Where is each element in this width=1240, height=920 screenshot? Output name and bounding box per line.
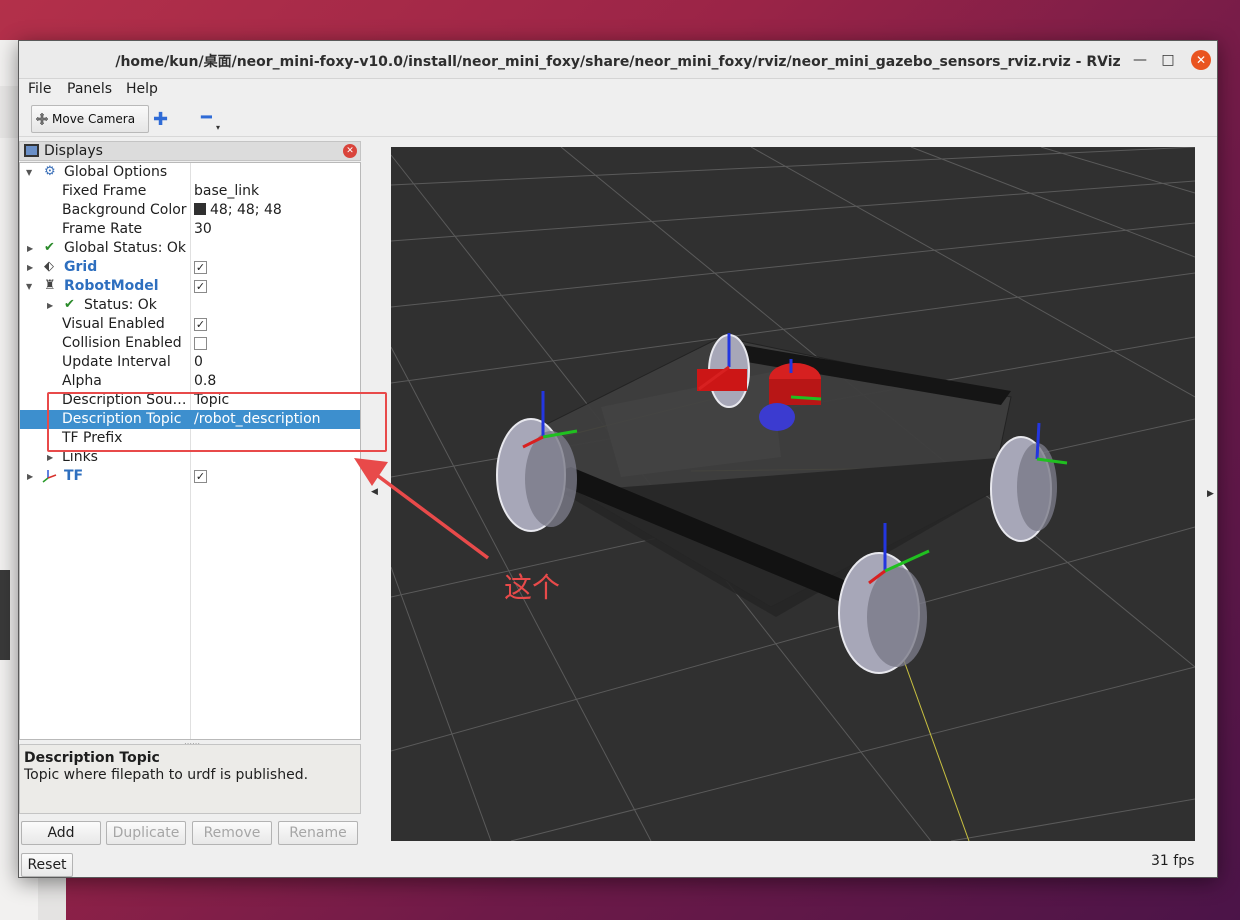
collapse-arrow-icon[interactable]: ▶: [27, 239, 33, 258]
tree-row-tf[interactable]: ▶ TF ✓: [20, 467, 360, 486]
menu-panels[interactable]: Panels: [67, 81, 112, 97]
visual-enabled-checkbox[interactable]: ✓: [194, 318, 207, 331]
annotation-arrow-icon: [354, 458, 490, 560]
displays-panel-header: Displays ✕: [19, 141, 361, 161]
tf-axes-icon: [42, 469, 57, 483]
close-panel-icon[interactable]: ✕: [343, 144, 357, 158]
window-title: /home/kun/桌面/neor_mini-foxy-v10.0/instal…: [115, 54, 1121, 70]
duplicate-button[interactable]: Duplicate: [106, 821, 186, 845]
gear-icon: ⚙: [44, 164, 56, 179]
tree-row-label: Visual Enabled: [62, 316, 165, 332]
reset-button[interactable]: Reset: [21, 853, 73, 877]
maximize-icon[interactable]: □: [1159, 51, 1177, 69]
add-tool-icon[interactable]: ✚: [153, 109, 168, 130]
title-bar[interactable]: /home/kun/桌面/neor_mini-foxy-v10.0/instal…: [19, 41, 1217, 79]
collision-enabled-checkbox[interactable]: [194, 337, 207, 350]
tree-row-global-options[interactable]: ▼ ⚙ Global Options: [20, 163, 360, 182]
help-title: Description Topic: [24, 750, 160, 766]
scene-canvas[interactable]: [390, 146, 1196, 842]
tree-row-value[interactable]: 0: [194, 353, 203, 372]
fps-readout: 31 fps: [1151, 853, 1195, 869]
robotmodel-enable-checkbox[interactable]: ✓: [194, 280, 207, 293]
tree-row-visual-enabled[interactable]: Visual Enabled ✓: [20, 315, 360, 334]
remove-tool-icon[interactable]: ━: [201, 107, 212, 128]
tree-row-value[interactable]: 48; 48; 48: [194, 201, 282, 220]
tree-row-robotmodel[interactable]: ▼ ♜ RobotModel ✓: [20, 277, 360, 296]
collapse-arrow-icon[interactable]: ▶: [27, 467, 33, 486]
menu-file[interactable]: File: [28, 81, 51, 97]
tree-row-background-color[interactable]: Background Color 48; 48; 48: [20, 201, 360, 220]
annotation-label: 这个: [504, 571, 561, 604]
tree-row-grid[interactable]: ▶ ⬖ Grid ✓: [20, 258, 360, 277]
displays-title: Displays: [44, 143, 103, 159]
tree-row-label: Update Interval: [62, 354, 171, 370]
annotation-highlight-box: [47, 392, 387, 452]
color-value: 48; 48; 48: [210, 202, 282, 218]
menu-bar: File Panels Help: [19, 79, 1217, 101]
color-swatch-icon: [194, 203, 206, 215]
move-camera-label: Move Camera: [52, 112, 136, 126]
tree-row-fixed-frame[interactable]: Fixed Frame base_link: [20, 182, 360, 201]
tf-enable-checkbox[interactable]: ✓: [194, 470, 207, 483]
background-window-dark-strip: [0, 570, 10, 660]
tree-row-update-interval[interactable]: Update Interval 0: [20, 353, 360, 372]
grid-icon: ⬖: [44, 259, 54, 274]
tree-row-value[interactable]: 30: [194, 220, 212, 239]
tree-row-global-status[interactable]: ▶ ✔ Global Status: Ok: [20, 239, 360, 258]
tree-row-collision-enabled[interactable]: Collision Enabled: [20, 334, 360, 353]
check-status-icon: ✔: [44, 240, 55, 255]
tree-row-alpha[interactable]: Alpha 0.8: [20, 372, 360, 391]
tree-row-label: Global Options: [64, 164, 168, 180]
help-text: Topic where filepath to urdf is publishe…: [24, 767, 309, 783]
tree-row-label: Grid: [64, 259, 98, 275]
tree-row-label: Frame Rate: [62, 221, 143, 237]
tree-row-label: Collision Enabled: [62, 335, 182, 351]
tree-row-label: Alpha: [62, 373, 102, 389]
tree-row-label: Background Color: [62, 202, 187, 218]
tree-row-frame-rate[interactable]: Frame Rate 30: [20, 220, 360, 239]
tree-row-value[interactable]: 0.8: [194, 372, 216, 391]
collapse-arrow-icon[interactable]: ▶: [47, 296, 53, 315]
tree-row-label: Global Status: Ok: [64, 240, 187, 256]
rename-button[interactable]: Rename: [278, 821, 358, 845]
property-help-box: Description Topic Topic where filepath t…: [19, 744, 361, 814]
robot-icon: ♜: [44, 278, 56, 293]
collapse-right-panel-icon[interactable]: ▶: [1207, 489, 1214, 499]
add-button[interactable]: Add: [21, 821, 101, 845]
collapse-arrow-icon[interactable]: ▶: [27, 258, 33, 277]
move-camera-icon: [35, 112, 49, 126]
close-icon[interactable]: ✕: [1191, 50, 1211, 70]
render-view[interactable]: [390, 146, 1196, 842]
remove-tool-dropdown-icon[interactable]: ▾: [216, 123, 220, 132]
tree-row-value[interactable]: base_link: [194, 182, 259, 201]
check-status-icon: ✔: [64, 297, 75, 312]
move-camera-button[interactable]: Move Camera: [31, 105, 149, 133]
tree-row-label: Fixed Frame: [62, 183, 147, 199]
tree-row-label: RobotModel: [64, 278, 159, 294]
menu-help[interactable]: Help: [126, 81, 158, 97]
tree-row-label: TF: [64, 468, 84, 484]
tree-row-label: Status: Ok: [84, 297, 157, 313]
grid-enable-checkbox[interactable]: ✓: [194, 261, 207, 274]
expand-arrow-icon[interactable]: ▼: [26, 163, 32, 182]
expand-arrow-icon[interactable]: ▼: [26, 277, 32, 296]
monitor-icon: [24, 144, 39, 157]
minimize-icon[interactable]: —: [1131, 51, 1149, 69]
tool-bar: Move Camera ✚ ━ ▾: [19, 101, 1217, 137]
tree-row-status[interactable]: ▶ ✔ Status: Ok: [20, 296, 360, 315]
remove-button[interactable]: Remove: [192, 821, 272, 845]
rviz-window: /home/kun/桌面/neor_mini-foxy-v10.0/instal…: [18, 40, 1218, 878]
